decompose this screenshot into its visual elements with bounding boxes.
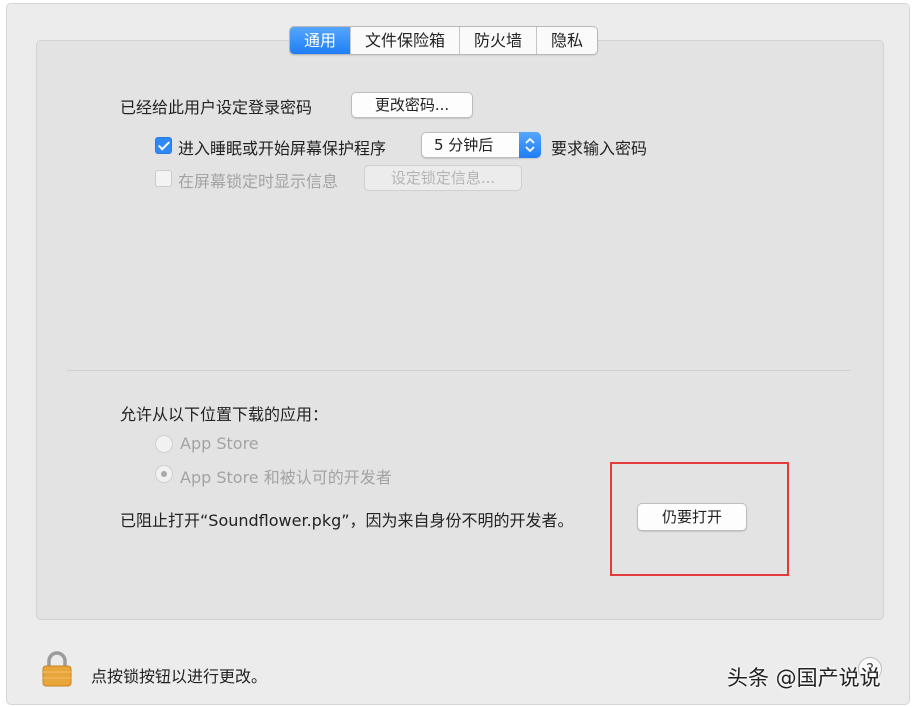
login-password-label: 已经给此用户设定登录密码 xyxy=(120,98,313,117)
tab-filevault[interactable]: 文件保险箱 xyxy=(350,27,459,54)
highlight-box xyxy=(610,462,789,576)
section-divider xyxy=(67,370,851,371)
lock-icon[interactable] xyxy=(40,650,74,692)
set-lock-message-button[interactable]: 设定锁定信息... xyxy=(364,165,522,191)
allow-downloads-heading: 允许从以下位置下载的应用： xyxy=(120,405,329,424)
up-down-arrows-icon xyxy=(519,132,541,158)
tab-bar: 通用 文件保险箱 防火墙 隐私 xyxy=(289,26,599,55)
radio-app-store-identified[interactable] xyxy=(155,465,173,483)
require-password-label: 要求输入密码 xyxy=(551,139,648,158)
radio-app-store-label: App Store xyxy=(180,434,259,453)
lock-message-label: 在屏幕锁定时显示信息 xyxy=(178,172,339,191)
require-password-checkbox[interactable] xyxy=(155,137,172,154)
tab-firewall[interactable]: 防火墙 xyxy=(459,27,536,54)
lock-instruction-text: 点按锁按钮以进行更改。 xyxy=(91,667,268,686)
password-delay-select[interactable]: 5 分钟后 xyxy=(421,132,541,158)
sleep-check-label: 进入睡眠或开始屏幕保护程序 xyxy=(178,139,387,158)
watermark-text: 头条 @国产说说 xyxy=(727,666,881,690)
tab-general[interactable]: 通用 xyxy=(290,27,351,54)
change-password-button[interactable]: 更改密码... xyxy=(351,92,473,118)
tab-privacy[interactable]: 隐私 xyxy=(536,27,597,54)
radio-app-store[interactable] xyxy=(155,435,173,453)
password-delay-value: 5 分钟后 xyxy=(434,136,494,154)
lock-message-checkbox[interactable] xyxy=(155,170,172,187)
radio-app-store-identified-label: App Store 和被认可的开发者 xyxy=(180,468,392,487)
blocked-app-message: 已阻止打开“Soundflower.pkg”，因为来自身份不明的开发者。 xyxy=(120,511,574,530)
